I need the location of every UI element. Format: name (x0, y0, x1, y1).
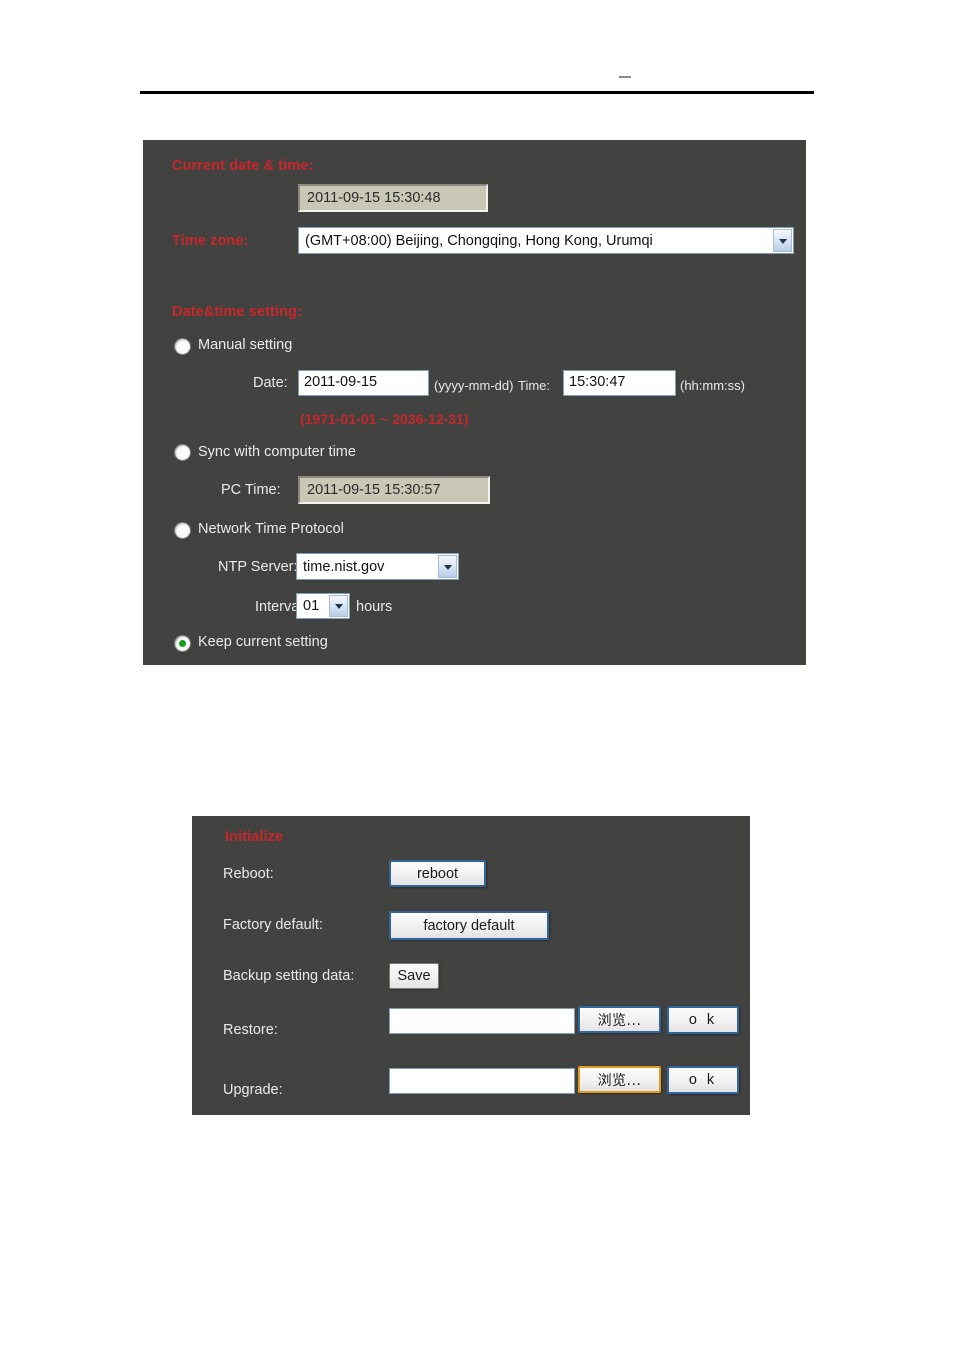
header-divider (140, 91, 814, 94)
radio-manual-setting[interactable] (175, 339, 190, 354)
factory-default-button[interactable]: factory default (389, 911, 549, 940)
upgrade-browse-button[interactable]: 浏览... (578, 1066, 661, 1093)
ntp-server-label: NTP Server: (218, 559, 298, 575)
pc-time-value: 2011-09-15 15:30:57 (298, 476, 490, 504)
interval-select-value: 01 (303, 598, 320, 614)
upgrade-label: Upgrade: (223, 1082, 283, 1098)
chevron-down-icon[interactable] (329, 595, 348, 617)
radio-network-time-protocol-label: Network Time Protocol (198, 521, 344, 537)
date-input[interactable]: 2011-09-15 (298, 370, 429, 396)
ntp-server-select-value: time.nist.gov (303, 558, 385, 575)
factory-default-label: Factory default: (223, 917, 323, 933)
date-label: Date: (253, 375, 288, 391)
radio-keep-current-setting-label: Keep current setting (198, 634, 328, 650)
time-format-hint: (hh:mm:ss) (680, 378, 745, 393)
date-format-hint: (yyyy-mm-dd) (434, 378, 514, 393)
interval-unit-label: hours (356, 599, 393, 615)
upgrade-file-input[interactable] (389, 1068, 575, 1094)
initialize-panel: Initialize Reboot: reboot Factory defaul… (192, 816, 750, 1115)
header-dash-mark (619, 76, 631, 78)
radio-keep-current-setting[interactable] (175, 636, 190, 651)
radio-network-time-protocol[interactable] (175, 523, 190, 538)
date-range-note: (1971-01-01 ~ 2036-12-31) (300, 411, 469, 427)
initialize-title: Initialize (225, 829, 284, 845)
radio-sync-computer-time[interactable] (175, 445, 190, 460)
date-time-setting-label: Date&time setting: (172, 304, 302, 320)
ntp-server-select[interactable]: time.nist.gov (296, 553, 459, 580)
radio-sync-computer-time-label: Sync with computer time (198, 444, 356, 460)
current-date-time-label: Current date & time: (172, 158, 314, 174)
restore-file-input[interactable] (389, 1008, 575, 1034)
backup-save-button[interactable]: Save (389, 963, 439, 989)
time-zone-select-value: (GMT+08:00) Beijing, Chongqing, Hong Kon… (305, 232, 653, 249)
radio-manual-setting-label: Manual setting (198, 337, 293, 353)
backup-setting-data-label: Backup setting data: (223, 968, 355, 984)
reboot-button[interactable]: reboot (389, 860, 486, 887)
pc-time-label: PC Time: (221, 482, 281, 498)
time-zone-label: Time zone: (172, 233, 249, 249)
page-header (140, 60, 814, 94)
current-date-time-value: 2011-09-15 15:30:48 (298, 184, 488, 212)
restore-ok-button[interactable]: o k (667, 1006, 739, 1034)
time-input[interactable]: 15:30:47 (563, 370, 676, 396)
restore-browse-button[interactable]: 浏览... (578, 1006, 661, 1033)
time-zone-select[interactable]: (GMT+08:00) Beijing, Chongqing, Hong Kon… (298, 227, 794, 254)
chevron-down-icon[interactable] (773, 229, 792, 252)
reboot-label: Reboot: (223, 866, 274, 882)
restore-label: Restore: (223, 1022, 278, 1038)
interval-select[interactable]: 01 (296, 593, 350, 619)
date-time-settings-panel: Current date & time: 2011-09-15 15:30:48… (143, 140, 806, 665)
chevron-down-icon[interactable] (438, 555, 457, 578)
upgrade-ok-button[interactable]: o k (667, 1066, 739, 1094)
time-label: Time: (518, 378, 551, 393)
